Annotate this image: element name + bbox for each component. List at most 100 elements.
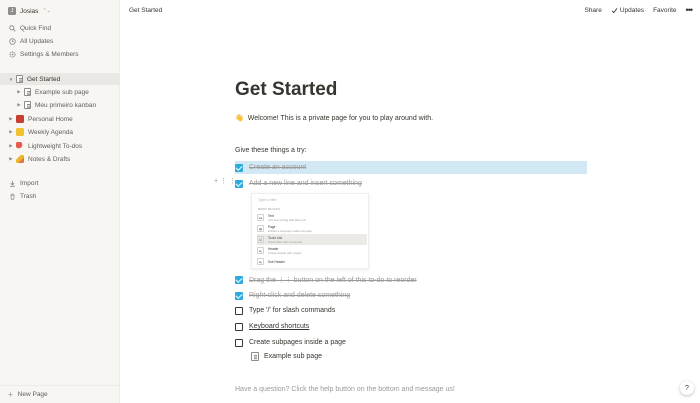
menu-option: H₁ Header A large header with margin. <box>257 245 367 256</box>
sidebar-item-label: Trash <box>20 192 37 200</box>
sidebar-item-label: Personal Home <box>28 115 73 123</box>
workspace-name: Josias <box>20 7 39 15</box>
prompt-text[interactable]: Give these things a try: <box>235 147 307 154</box>
sidebar-item-example-sub-page[interactable]: ▶ Example sub page <box>0 86 120 98</box>
page-icon <box>16 75 23 83</box>
menu-heading: BASIC BLOCKS <box>258 207 281 211</box>
chevron-down-icon[interactable]: ▼ <box>8 77 14 82</box>
updates-button[interactable]: Updates <box>611 7 644 14</box>
sidebar-item-label: Get Started <box>27 75 61 83</box>
header-icon: H₁ <box>257 247 264 254</box>
share-button[interactable]: Share <box>584 7 601 14</box>
page-icon <box>251 352 259 361</box>
checkbox-icon: ☑ <box>257 236 264 243</box>
subpage-link[interactable]: Example sub page <box>251 352 322 361</box>
sidebar-item-kanban[interactable]: ▶ Meu primeiro kanban <box>0 99 120 111</box>
more-icon[interactable]: ••• <box>686 5 694 15</box>
todo-item[interactable]: Create subpages inside a page <box>235 336 346 349</box>
filter-placeholder: Type to filter <box>258 198 277 202</box>
option-desc: A large header with margin. <box>268 250 303 255</box>
trash-icon <box>8 192 16 200</box>
checkbox[interactable] <box>235 275 243 284</box>
wave-icon: 👋 <box>235 115 244 122</box>
sidebar-item-settings[interactable]: Settings & Members <box>0 48 120 60</box>
menu-option: ▤ Page Embed a sub-page inside this page. <box>257 223 367 234</box>
workspace-avatar: J <box>8 7 16 15</box>
page-icon <box>24 88 31 96</box>
todo-text: Add a new line and insert something <box>249 180 362 187</box>
sidebar-item-label: Weekly Agenda <box>28 128 74 136</box>
sidebar-item-trash[interactable]: Trash <box>0 190 120 202</box>
sidebar-item-label: Quick Find <box>20 24 52 32</box>
search-icon <box>8 24 16 32</box>
todo-item[interactable]: Type '/' for slash commands <box>235 304 335 317</box>
option-label: Sub Header <box>268 259 286 264</box>
todo-text: Right-click and delete something <box>249 292 351 299</box>
subheader-icon: H₂ <box>257 258 264 265</box>
checkbox[interactable] <box>235 306 243 315</box>
sidebar-item-label: Import <box>20 179 39 187</box>
chevron-right-icon[interactable]: ▶ <box>16 102 22 108</box>
topbar-actions: Share Updates Favorite ••• <box>584 5 694 15</box>
sidebar-item-label: Settings & Members <box>20 50 79 58</box>
sidebar-item-label: Notes & Drafts <box>28 155 71 163</box>
new-page-button[interactable]: + New Page <box>0 385 120 403</box>
todo-text: Drag the ⋮⋮ button on the left of this t… <box>249 276 417 284</box>
embedded-image[interactable]: Type to filter BASIC BLOCKS Aa Text Just … <box>251 193 369 269</box>
checkbox[interactable] <box>235 163 243 172</box>
sidebar-item-label: All Updates <box>20 37 54 45</box>
clock-icon <box>8 37 16 45</box>
chevron-right-icon[interactable]: ▶ <box>8 143 14 149</box>
page-title[interactable]: Get Started <box>235 79 337 101</box>
chevron-right-icon[interactable]: ▶ <box>16 89 22 95</box>
checkbox[interactable] <box>235 338 243 347</box>
sidebar-item-quick-find[interactable]: Quick Find <box>0 22 120 34</box>
menu-option: Aa Text Just start writing with plain tex… <box>257 212 367 223</box>
chevron-right-icon[interactable]: ▶ <box>8 156 14 162</box>
todo-item[interactable]: Right-click and delete something <box>235 289 350 302</box>
page-icon <box>24 101 31 109</box>
updates-label: Updates <box>619 6 645 14</box>
workspace-switcher[interactable]: J Josias ⌃⌄ <box>8 5 51 17</box>
breadcrumb[interactable]: Get Started <box>129 7 162 14</box>
checkbox[interactable] <box>235 322 243 331</box>
sidebar-item-label: Meu primeiro kanban <box>35 101 97 109</box>
checkbox[interactable] <box>235 179 243 188</box>
sidebar-item-import[interactable]: Import <box>0 177 120 189</box>
sidebar-item-label: Lightweight To-dos <box>28 142 83 150</box>
menu-option: H₂ Sub Header <box>257 256 367 267</box>
checkbox[interactable] <box>235 291 243 300</box>
todo-text: Create subpages inside a page <box>249 339 346 346</box>
option-desc: Track tasks with a to-do list. <box>268 239 303 244</box>
todo-item[interactable]: Keyboard shortcuts <box>235 320 309 333</box>
sidebar-item-notes-drafts[interactable]: ▶ Notes & Drafts <box>0 153 120 165</box>
chevron-updown-icon: ⌃⌄ <box>42 8 51 14</box>
sidebar-item-get-started[interactable]: ▼ Get Started <box>0 73 120 85</box>
todo-text: Type '/' for slash commands <box>249 307 336 314</box>
help-button[interactable]: ? <box>680 381 694 395</box>
todo-item[interactable]: Add a new line and insert something <box>235 177 362 190</box>
gear-icon <box>8 50 16 58</box>
welcome-line[interactable]: 👋 Welcome! This is a private page for yo… <box>235 114 433 123</box>
download-icon <box>8 179 16 187</box>
sidebar-item-personal-home[interactable]: ▶ Personal Home <box>0 113 120 125</box>
pencil-icon <box>16 155 24 163</box>
pin-icon <box>16 142 24 150</box>
check-icon <box>611 7 618 13</box>
sidebar-item-all-updates[interactable]: All Updates <box>0 35 120 47</box>
topbar: Get Started Share Updates Favorite ••• <box>121 0 700 20</box>
text-icon: Aa <box>257 214 264 221</box>
plus-icon: + <box>8 390 13 399</box>
subpage-link-label: Example sub page <box>264 353 322 360</box>
sidebar-item-weekly-agenda[interactable]: ▶ Weekly Agenda <box>0 126 120 138</box>
sidebar-item-lightweight-todos[interactable]: ▶ Lightweight To-dos <box>0 140 120 152</box>
todo-text: Keyboard shortcuts <box>249 323 310 330</box>
todo-item[interactable]: Create an account <box>235 161 587 174</box>
todo-item[interactable]: Drag the ⋮⋮ button on the left of this t… <box>235 273 417 286</box>
chevron-right-icon[interactable]: ▶ <box>8 116 14 122</box>
chevron-right-icon[interactable]: ▶ <box>8 129 14 135</box>
sidebar-item-label: Example sub page <box>35 88 89 96</box>
favorite-button[interactable]: Favorite <box>653 7 676 14</box>
menu-option-selected: ☑ To-do List Track tasks with a to-do lis… <box>257 234 367 245</box>
notebook-icon <box>16 128 24 136</box>
